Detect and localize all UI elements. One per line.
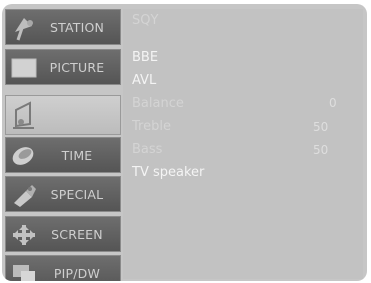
sidebar-item-picture[interactable]: PICTURE <box>5 49 121 85</box>
sidebar-item-pip[interactable]: PIP/DW <box>5 255 121 281</box>
cross-arrows-icon <box>10 221 38 249</box>
sidebar-item-special[interactable]: SPECIAL <box>5 176 121 212</box>
wrench-tag-icon <box>10 181 38 209</box>
sidebar-item-screen[interactable]: SCREEN <box>5 216 121 252</box>
treble-value: 50 <box>313 120 329 134</box>
sidebar-item-station[interactable]: STATION <box>5 9 121 45</box>
option-balance[interactable]: Balance <box>132 96 184 111</box>
sound-options-panel: SQY BBE AVL Balance 0 Treble 50 Bass 50 … <box>123 9 363 279</box>
picture-rectangle-icon <box>10 54 38 82</box>
option-tv-speaker[interactable]: TV speaker <box>132 165 204 180</box>
option-sqy[interactable]: SQY <box>132 13 158 28</box>
option-avl[interactable]: AVL <box>132 73 156 88</box>
menu-sidebar: STATION PICTURE TIME SPECIAL SCREEN PIP/… <box>5 9 121 281</box>
balance-value: 0 <box>329 96 337 110</box>
sidebar-item-sound[interactable] <box>5 95 121 135</box>
sidebar-item-label: PIP/DW <box>53 265 101 281</box>
clock-disc-icon <box>10 142 38 170</box>
sidebar-item-time[interactable]: TIME <box>5 137 121 173</box>
sidebar-item-label: PICTURE <box>49 59 105 75</box>
sidebar-item-label: SCREEN <box>51 226 103 242</box>
sidebar-item-label: TIME <box>61 147 93 163</box>
sidebar-item-label: SPECIAL <box>50 186 104 202</box>
pip-windows-icon <box>10 260 38 281</box>
option-treble[interactable]: Treble <box>132 119 171 134</box>
satellite-dish-icon <box>10 14 38 42</box>
bass-value: 50 <box>313 143 329 157</box>
speaker-note-icon <box>10 100 38 129</box>
tv-menu-screen: STATION PICTURE TIME SPECIAL SCREEN PIP/… <box>2 4 367 281</box>
option-bbe[interactable]: BBE <box>132 50 158 65</box>
sidebar-item-label: STATION <box>49 19 105 35</box>
option-bass[interactable]: Bass <box>132 142 162 157</box>
